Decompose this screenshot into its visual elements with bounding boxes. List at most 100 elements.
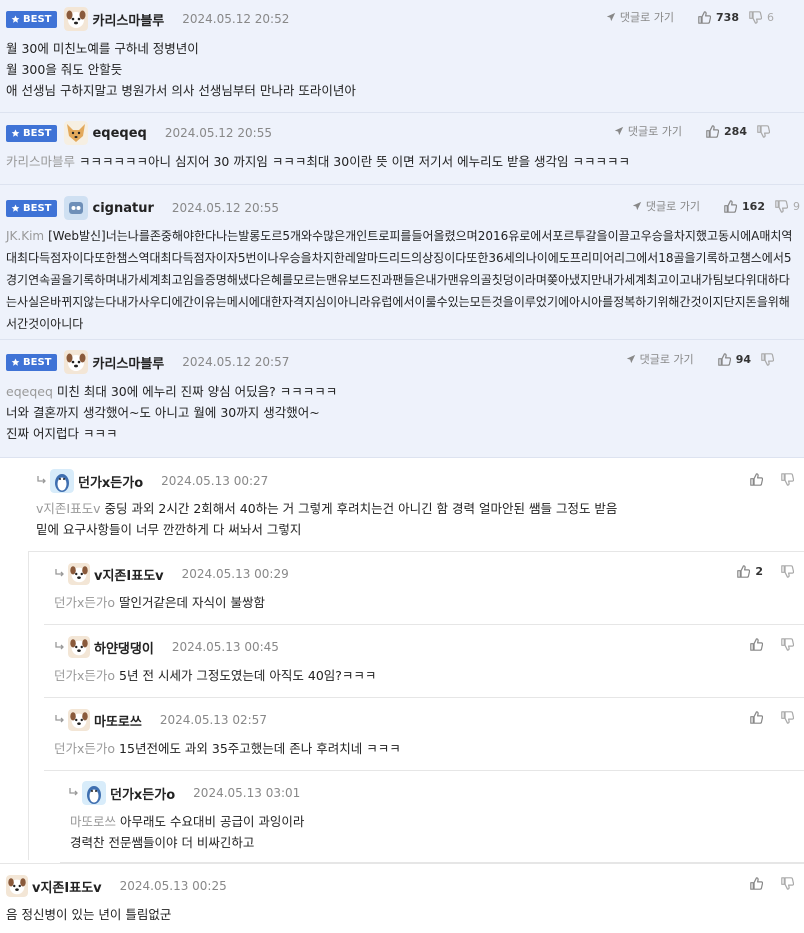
like-button[interactable]: 738: [698, 11, 739, 24]
username[interactable]: v지존I표도v: [32, 877, 102, 896]
comment-item: v지존I표도v 2024.05.13 00:25 음 정신병이 있는 년이 틀림…: [0, 863, 804, 933]
username[interactable]: 던가x든가o: [78, 472, 143, 491]
fox-avatar-icon[interactable]: [64, 121, 88, 145]
reply-arrow-icon: [68, 788, 80, 798]
thumbs-down-icon: [757, 125, 770, 138]
like-button[interactable]: 162: [724, 200, 765, 213]
like-button[interactable]: 94: [718, 353, 751, 366]
comment-item: 마또로쓰 2024.05.13 02:57 던가x든가o 15년전에도 과외 35…: [44, 698, 804, 771]
thumbs-up-icon: [750, 638, 763, 651]
dislike-button[interactable]: [757, 125, 770, 138]
username[interactable]: cignatur: [92, 201, 153, 216]
thumbs-up-icon: [698, 11, 711, 24]
username[interactable]: v지존I표도v: [94, 565, 164, 584]
best-badge: BEST: [6, 199, 58, 217]
thumbs-up-icon: [750, 877, 763, 890]
dislike-button[interactable]: [781, 565, 794, 578]
comment-item: BEST 카리스마블루 2024.05.12 20:52 댓글로 가기 738 …: [0, 0, 804, 113]
thumbs-up-icon: [706, 125, 719, 138]
comment-text: 마또로쓰 아무래도 수요대비 공급이 과잉이라 경력찬 전문쌤들이야 더 비싸긴하…: [70, 814, 305, 850]
thumbs-down-icon: [781, 711, 794, 724]
comment-date: 2024.05.13 02:57: [159, 713, 267, 727]
reply-arrow-icon: [36, 476, 48, 486]
reply-arrow-icon: [54, 642, 66, 652]
send-icon: [626, 354, 636, 364]
thumbs-down-icon: [781, 877, 794, 890]
thumbs-up-icon: [750, 711, 763, 724]
star-icon: [11, 129, 20, 138]
username[interactable]: 카리스마블루: [92, 353, 164, 372]
comment-date: 2024.05.13 00:25: [119, 879, 227, 893]
dog-avatar-icon[interactable]: [68, 709, 90, 731]
dislike-button[interactable]: 9: [775, 200, 800, 213]
username[interactable]: 던가x든가o: [110, 784, 175, 803]
username[interactable]: 카리스마블루: [92, 10, 164, 29]
thumbs-down-icon: [761, 353, 774, 366]
go-to-reply-link[interactable]: 댓글로 가기: [632, 198, 700, 214]
username[interactable]: 하얀댕댕이: [94, 638, 154, 657]
dislike-button[interactable]: [781, 473, 794, 486]
comment-date: 2024.05.12 20:55: [164, 126, 272, 140]
star-icon: [11, 204, 20, 213]
comment-date: 2024.05.13 00:27: [161, 474, 269, 488]
like-button[interactable]: [750, 877, 763, 890]
comment-item: 하얀댕댕이 2024.05.13 00:45 던가x든가o 5년 전 시세가 그정…: [44, 625, 804, 698]
comment-text: 던가x든가o 15년전에도 과외 35주고했는데 존나 후려치네 ㅋㅋㅋ: [54, 741, 401, 756]
thumbs-down-icon: [781, 638, 794, 651]
penguin-avatar-icon[interactable]: [82, 781, 106, 805]
comment-text: JK.Kim [Web발신]너는나를존중해야한다나는발롱도르5개와수많은개인트로피…: [6, 229, 793, 331]
comment-item: BEST eqeqeq 2024.05.12 20:55 댓글로 가기 284 …: [0, 113, 804, 185]
comment-item: v지존I표도v 2024.05.13 00:29 2 던가x든가o 딸인거같은데 …: [44, 552, 804, 625]
dog-avatar-icon[interactable]: [6, 875, 28, 897]
comment-date: 2024.05.13 03:01: [193, 786, 301, 800]
dislike-button[interactable]: [781, 877, 794, 890]
mention[interactable]: 마또로쓰: [70, 814, 116, 829]
comment-text: 카리스마블루 ㅋㅋㅋㅋㅋㅋ아니 심지어 30 까지임 ㅋㅋㅋ최대 30이란 뜻 이…: [6, 154, 631, 169]
comment-date: 2024.05.12 20:57: [182, 355, 290, 369]
comment-item: BEST cignatur 2024.05.12 20:55 댓글로 가기 16…: [0, 185, 804, 340]
comment-date: 2024.05.12 20:55: [171, 201, 279, 215]
mention[interactable]: 던가x든가o: [54, 668, 115, 683]
dog-avatar-icon[interactable]: [68, 636, 90, 658]
best-badge: BEST: [6, 124, 58, 142]
robot-avatar-icon[interactable]: [64, 196, 88, 220]
dislike-button[interactable]: [781, 638, 794, 651]
mention[interactable]: 던가x든가o: [54, 595, 115, 610]
comment-date: 2024.05.13 00:29: [181, 567, 289, 581]
comment-text: eqeqeq 미친 최대 30에 에누리 진짜 양심 어딨음? ㅋㅋㅋㅋㅋ 너와 …: [6, 384, 338, 441]
reply-arrow-icon: [54, 715, 66, 725]
mention[interactable]: eqeqeq: [6, 384, 53, 399]
like-button[interactable]: [750, 473, 763, 486]
comment-text: 던가x든가o 딸인거같은데 자식이 불쌍함: [54, 595, 265, 610]
thumbs-up-icon: [724, 200, 737, 213]
dislike-button[interactable]: [781, 711, 794, 724]
star-icon: [11, 15, 20, 24]
comment-text: 월 30에 미친노예를 구하네 정병년이 월 300을 줘도 안할듯 애 선생님…: [6, 41, 356, 98]
thumbs-down-icon: [749, 11, 762, 24]
go-to-reply-link[interactable]: 댓글로 가기: [626, 351, 694, 367]
username[interactable]: 마또로쓰: [94, 711, 142, 730]
like-button[interactable]: 2: [737, 565, 763, 578]
thumbs-up-icon: [750, 473, 763, 486]
mention[interactable]: JK.Kim: [6, 229, 44, 243]
dislike-button[interactable]: [761, 353, 774, 366]
comment-text: 음 정신병이 있는 년이 틀림없군: [6, 907, 172, 922]
like-button[interactable]: [750, 638, 763, 651]
mention[interactable]: 던가x든가o: [54, 741, 115, 756]
comment-item: BEST 카리스마블루 2024.05.12 20:57 댓글로 가기 94 e…: [0, 340, 804, 458]
send-icon: [614, 126, 624, 136]
dog-avatar-icon[interactable]: [64, 7, 88, 31]
mention[interactable]: v지존I표도v: [36, 501, 100, 516]
mention[interactable]: 카리스마블루: [6, 154, 75, 169]
dislike-button[interactable]: 6: [749, 11, 774, 24]
best-badge: BEST: [6, 353, 58, 371]
dog-avatar-icon[interactable]: [68, 563, 90, 585]
penguin-avatar-icon[interactable]: [50, 469, 74, 493]
username[interactable]: eqeqeq: [92, 126, 146, 141]
like-button[interactable]: 284: [706, 125, 747, 138]
go-to-reply-link[interactable]: 댓글로 가기: [614, 123, 682, 139]
dog-avatar-icon[interactable]: [64, 350, 88, 374]
like-button[interactable]: [750, 711, 763, 724]
go-to-reply-link[interactable]: 댓글로 가기: [606, 9, 674, 25]
comment-date: 2024.05.13 00:45: [171, 640, 279, 654]
